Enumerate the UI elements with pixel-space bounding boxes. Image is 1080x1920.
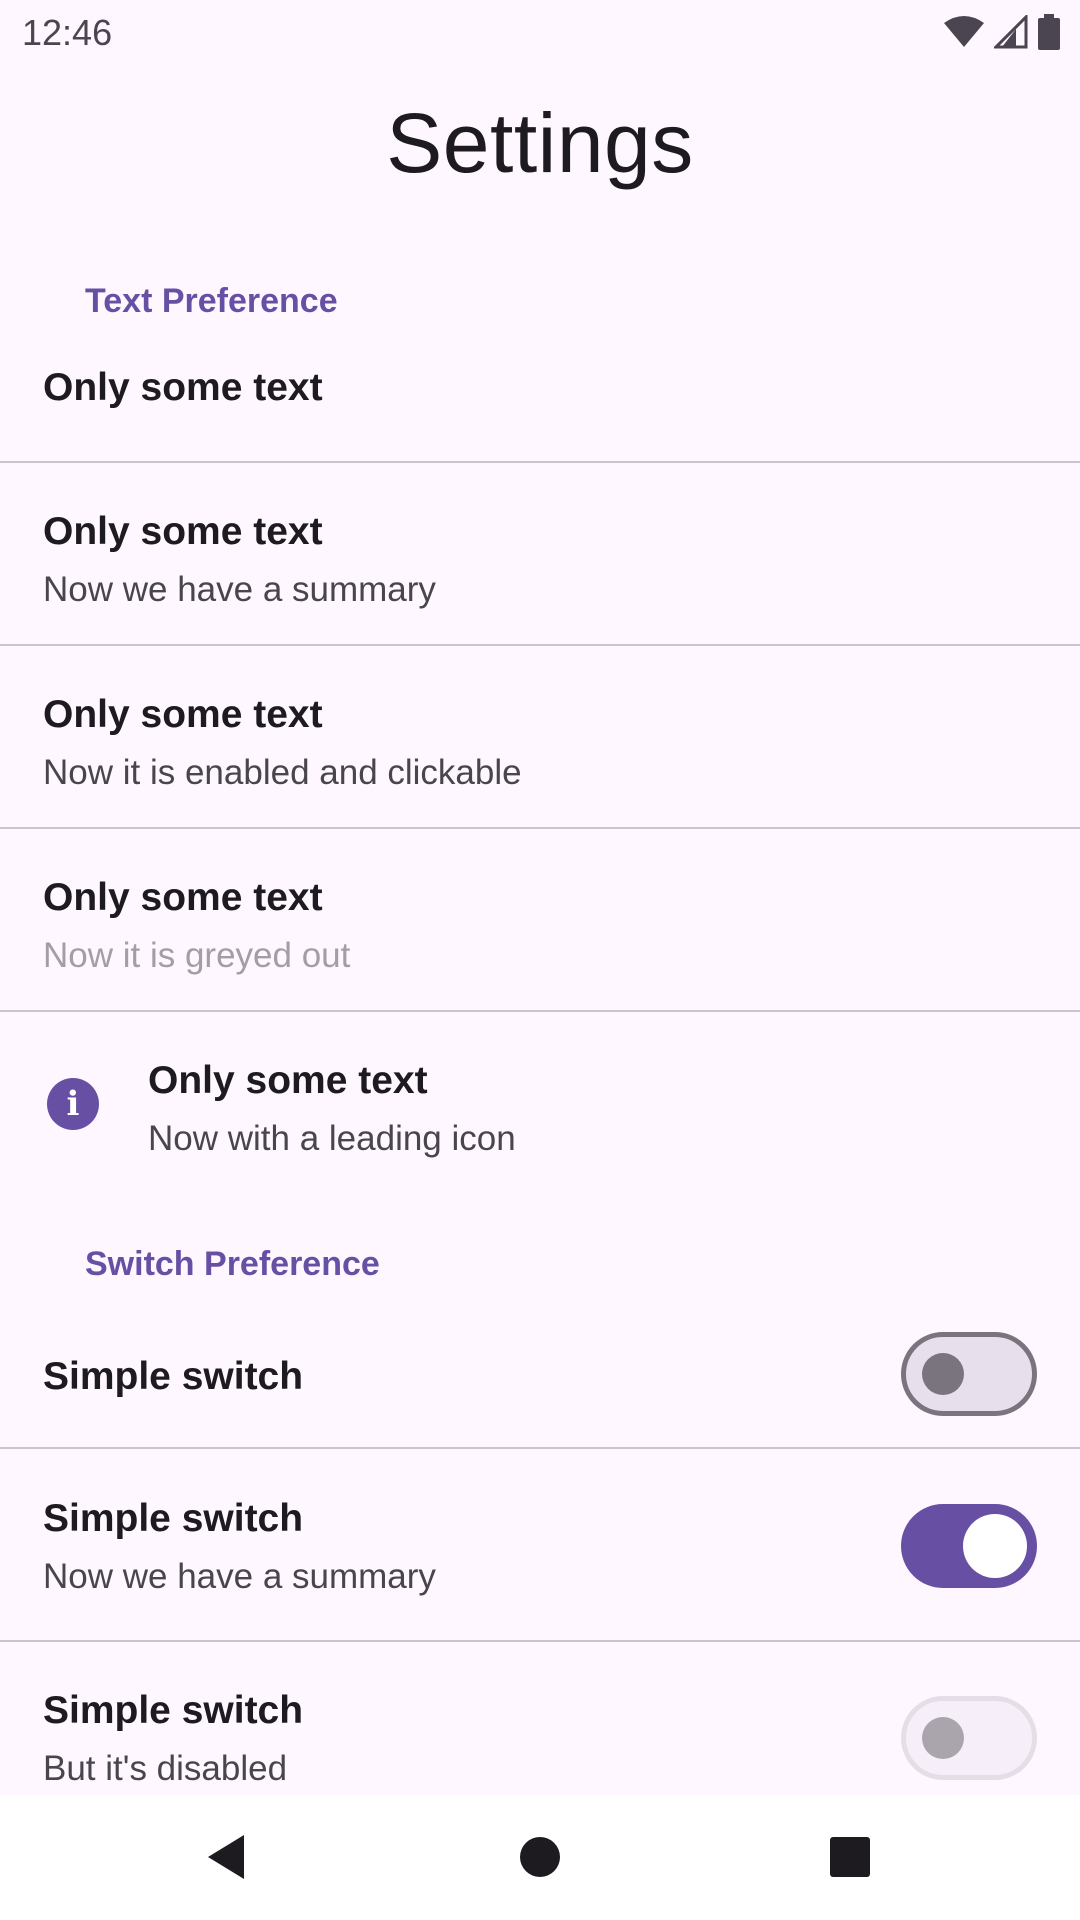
divider (0, 1640, 1080, 1642)
info-icon: i (47, 1078, 99, 1130)
toggle-switch[interactable] (901, 1332, 1037, 1416)
signal-icon (992, 13, 1028, 54)
category-text-preference: Text Preference (85, 282, 338, 320)
text-preference-item[interactable]: Only some text Now it is enabled and cli… (0, 647, 1080, 827)
divider (0, 1010, 1080, 1012)
item-title: Simple switch (43, 1355, 304, 1398)
navigation-bar (0, 1795, 1080, 1920)
page-title: Settings (386, 96, 694, 190)
settings-list[interactable]: Text Preference Only some text Only some… (0, 260, 1080, 1795)
toggle-switch[interactable] (901, 1504, 1037, 1588)
switch-preference-item[interactable]: Simple switch (0, 1310, 1080, 1450)
toggle-switch-disabled (901, 1696, 1037, 1780)
divider (0, 461, 1080, 463)
switch-preference-item[interactable]: Simple switch Now we have a summary (0, 1450, 1080, 1640)
divider (0, 644, 1080, 646)
text-preference-item[interactable]: Only some text (0, 345, 1080, 441)
item-summary: Now it is greyed out (43, 936, 351, 975)
divider (0, 1447, 1080, 1449)
item-title: Only some text (43, 876, 323, 919)
battery-icon (1038, 14, 1060, 55)
item-summary: Now we have a summary (43, 1557, 436, 1596)
item-title: Only some text (43, 693, 323, 736)
wifi-icon (944, 15, 984, 54)
item-title: Only some text (148, 1059, 428, 1102)
text-preference-item[interactable]: Only some text Now we have a summary (0, 464, 1080, 644)
home-icon[interactable] (508, 1825, 572, 1889)
status-time: 12:46 (22, 12, 113, 53)
item-title: Simple switch (43, 1689, 304, 1732)
item-title: Only some text (43, 510, 323, 553)
text-preference-item-with-icon[interactable]: i Only some text Now with a leading icon (0, 1013, 1080, 1193)
recents-icon[interactable] (818, 1825, 882, 1889)
item-summary: Now we have a summary (43, 570, 436, 609)
switch-thumb (922, 1717, 964, 1759)
divider (0, 827, 1080, 829)
item-title: Only some text (43, 366, 323, 409)
status-bar: 12:46 (0, 0, 1080, 64)
item-summary: Now it is enabled and clickable (43, 753, 522, 792)
status-icons (944, 13, 1060, 55)
text-preference-item-disabled: Only some text Now it is greyed out (0, 830, 1080, 1010)
item-summary: Now with a leading icon (148, 1119, 516, 1158)
item-summary: But it's disabled (43, 1749, 288, 1788)
switch-preference-item-disabled: Simple switch But it's disabled (0, 1643, 1080, 1795)
category-switch-preference: Switch Preference (85, 1245, 380, 1283)
switch-thumb (963, 1514, 1027, 1578)
item-title: Simple switch (43, 1497, 304, 1540)
back-icon[interactable] (194, 1825, 258, 1889)
switch-thumb (922, 1353, 964, 1395)
